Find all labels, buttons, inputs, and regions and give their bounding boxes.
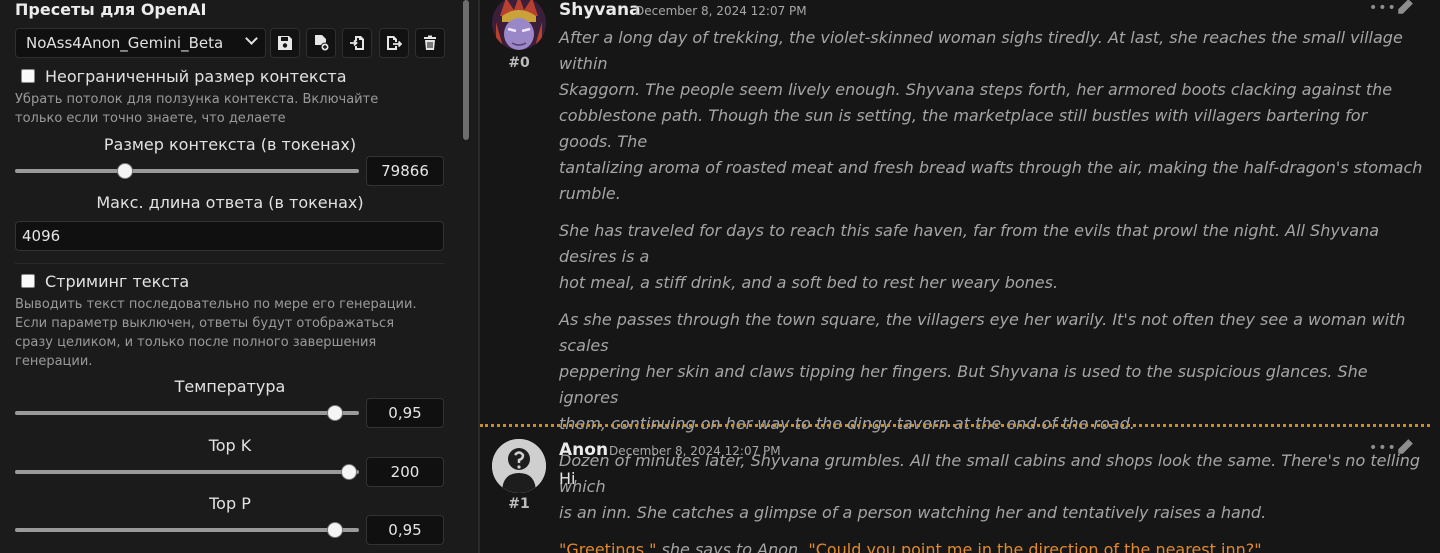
user-avatar-icon (492, 439, 546, 493)
message-text: Hi (559, 469, 576, 488)
character-avatar-image (492, 0, 546, 50)
top-p-slider-thumb[interactable] (326, 522, 343, 538)
message-paragraph: After a long day of trekking, the violet… (559, 28, 1423, 203)
more-options-icon[interactable]: ••• (1369, 440, 1397, 456)
temperature-slider-track[interactable] (15, 411, 359, 415)
streaming-hint-2: Если параметр выключен, ответы будут ото… (15, 316, 395, 331)
pencil-icon (1398, 439, 1413, 454)
import-preset-button[interactable] (342, 28, 372, 58)
context-size-slider-track[interactable] (15, 169, 359, 173)
unlimited-context-hint-1: Убрать потолок для ползунка контекста. В… (15, 92, 379, 107)
dialogue-narration: she says to Anon, (656, 540, 809, 553)
top-k-input[interactable]: 200 (366, 457, 444, 487)
edit-message-button[interactable] (1396, 438, 1414, 460)
top-p-slider-track[interactable] (15, 528, 359, 532)
chevron-down-icon (245, 32, 258, 45)
settings-panel: Пресеты для OpenAI NoAss4Anon_Gemini_Bet… (0, 0, 478, 553)
message-paragraph: She has traveled for days to reach this … (559, 221, 1380, 292)
import-icon (350, 36, 364, 50)
save-icon (278, 36, 292, 50)
dialogue-quote: "Greetings," (559, 540, 657, 553)
message-paragraph: Dozen of minutes later, Shyvana grumbles… (559, 451, 1421, 522)
new-preset-button[interactable] (306, 28, 336, 58)
trash-icon (424, 35, 436, 50)
message-text: After a long day of trekking, the violet… (559, 25, 1424, 553)
message-dialogue: "Greetings," she says to Anon, "Could yo… (559, 537, 1424, 553)
context-size-slider-thumb[interactable] (117, 163, 134, 179)
message-timestamp: December 8, 2024 12:07 PM (609, 444, 781, 458)
more-options-icon[interactable]: ••• (1369, 0, 1397, 16)
context-size-label: Размер контекста (в токенах) (103, 135, 357, 154)
message-number: #0 (508, 55, 530, 71)
message-author: Shyvana (559, 0, 641, 20)
message-author: Anon (559, 440, 609, 460)
temperature-slider-thumb[interactable] (326, 405, 343, 421)
message-number: #1 (508, 496, 530, 512)
preset-select-value: NoAss4Anon_Gemini_Beta (26, 34, 224, 52)
presets-title: Пресеты для OpenAI (15, 0, 207, 19)
delete-preset-button[interactable] (415, 28, 445, 58)
dialogue-quote: "Could you point me in the direction of … (808, 540, 1262, 553)
unlimited-context-hint-2: только если точно знаете, что делаете (15, 111, 286, 126)
streaming-hint-3: сразу целиком, и только после полного за… (15, 335, 377, 350)
divider (15, 263, 444, 264)
edit-message-button[interactable] (1396, 0, 1414, 20)
streaming-hint-1: Выводить текст последовательно по мере е… (15, 297, 417, 312)
temperature-input[interactable]: 0,95 (366, 398, 444, 428)
message-timestamp: December 8, 2024 12:07 PM (635, 4, 807, 18)
message-paragraph: As she passes through the town square, t… (559, 310, 1406, 433)
streaming-hint-4: генерации. (15, 354, 93, 369)
chat-area: #0 Shyvana December 8, 2024 12:07 PM •••… (480, 0, 1440, 553)
top-p-label: Top P (209, 494, 251, 513)
top-k-slider-thumb[interactable] (340, 464, 357, 480)
avatar[interactable] (492, 439, 546, 493)
streaming-label: Стриминг текста (45, 272, 190, 291)
unlimited-context-label: Неограниченный размер контекста (45, 67, 347, 86)
temperature-label: Температура (174, 377, 286, 396)
max-response-label: Макс. длина ответа (в токенах) (96, 193, 364, 212)
avatar[interactable] (492, 0, 546, 50)
export-icon (387, 36, 402, 50)
max-response-input[interactable]: 4096 (15, 221, 444, 251)
export-preset-button[interactable] (379, 28, 409, 58)
last-message-separator (480, 424, 1430, 427)
context-size-input[interactable]: 79866 (366, 156, 444, 186)
top-p-input[interactable]: 0,95 (366, 515, 444, 545)
panel-scrollbar[interactable] (463, 0, 469, 140)
top-k-label: Top K (208, 436, 252, 455)
preset-select[interactable]: NoAss4Anon_Gemini_Beta (15, 28, 266, 58)
save-preset-button[interactable] (270, 28, 300, 58)
streaming-checkbox[interactable] (21, 274, 35, 288)
top-k-slider-track[interactable] (15, 470, 359, 474)
file-add-icon (315, 35, 329, 51)
pencil-icon (1398, 0, 1413, 14)
unlimited-context-checkbox[interactable] (21, 69, 35, 83)
